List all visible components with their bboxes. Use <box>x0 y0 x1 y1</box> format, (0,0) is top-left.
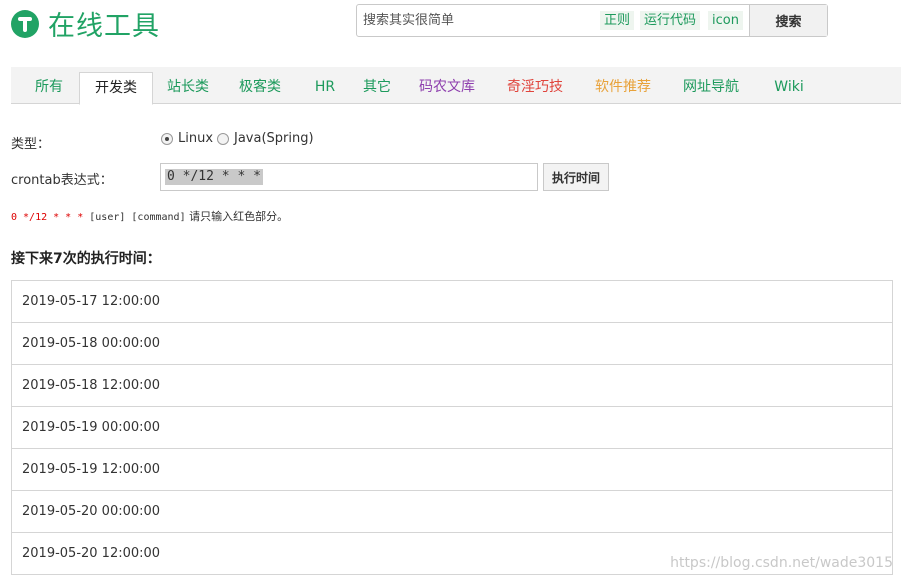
result-row: 2019-05-18 12:00:00 <box>12 365 892 407</box>
nav-item-webmaster[interactable]: 站长类 <box>159 67 217 103</box>
nav-item-hr[interactable]: HR <box>305 67 345 103</box>
results-table: 2019-05-17 12:00:00 2019-05-18 00:00:00 … <box>11 280 893 575</box>
nav-item-software[interactable]: 软件推荐 <box>587 67 659 103</box>
input-hint: 0 */12 * * * [user] [command] 请只输入红色部分。 <box>11 208 288 224</box>
nav-item-dev[interactable]: 开发类 <box>79 72 153 105</box>
nav-item-geek[interactable]: 极客类 <box>231 67 289 103</box>
crontab-input[interactable]: 0 */12 * * * <box>160 163 538 191</box>
hint-mono-part: [user] [command] <box>83 212 186 223</box>
linux-radio[interactable] <box>161 133 173 145</box>
nav-item-other[interactable]: 其它 <box>355 67 399 103</box>
watermark: https://blog.csdn.net/wade3015 <box>670 555 893 571</box>
execute-time-button[interactable]: 执行时间 <box>543 163 609 191</box>
hint-text: 请只输入红色部分。 <box>185 210 289 223</box>
crontab-value: 0 */12 * * * <box>165 169 263 185</box>
quick-link-run-code[interactable]: 运行代码 <box>640 11 701 30</box>
result-row: 2019-05-17 12:00:00 <box>12 281 892 323</box>
search-button[interactable]: 搜索 <box>749 5 827 36</box>
type-label: 类型： <box>11 137 51 152</box>
nav-item-all[interactable]: 所有 <box>23 67 75 103</box>
site-title: 在线工具 <box>48 11 160 42</box>
result-row: 2019-05-19 00:00:00 <box>12 407 892 449</box>
quick-link-regex[interactable]: 正则 <box>600 11 635 30</box>
nav-item-tricks[interactable]: 奇淫巧技 <box>499 67 571 103</box>
quick-link-icon[interactable]: icon <box>708 11 743 30</box>
result-row: 2019-05-18 00:00:00 <box>12 323 892 365</box>
nav-item-url-nav[interactable]: 网址导航 <box>675 67 747 103</box>
site-logo[interactable]: 在线工具 <box>11 4 160 43</box>
category-nav: 所有 开发类 站长类 极客类 HR 其它 码农文库 奇淫巧技 软件推荐 网址导航… <box>11 67 901 105</box>
logo-icon <box>11 9 39 38</box>
result-row: 2019-05-20 00:00:00 <box>12 491 892 533</box>
java-spring-radio[interactable] <box>217 133 229 145</box>
result-row: 2019-05-19 12:00:00 <box>12 449 892 491</box>
nav-item-library[interactable]: 码农文库 <box>411 67 483 103</box>
results-title: 接下来7次的执行时间： <box>11 251 161 267</box>
nav-item-wiki[interactable]: Wiki <box>763 67 815 103</box>
linux-radio-label[interactable]: Linux <box>178 131 213 146</box>
search-bar: 正则 运行代码 icon 搜索 <box>356 4 828 37</box>
hint-red-part: 0 */12 * * * <box>11 212 84 223</box>
java-spring-radio-label[interactable]: Java(Spring) <box>234 131 314 146</box>
crontab-label: crontab表达式： <box>11 173 113 188</box>
